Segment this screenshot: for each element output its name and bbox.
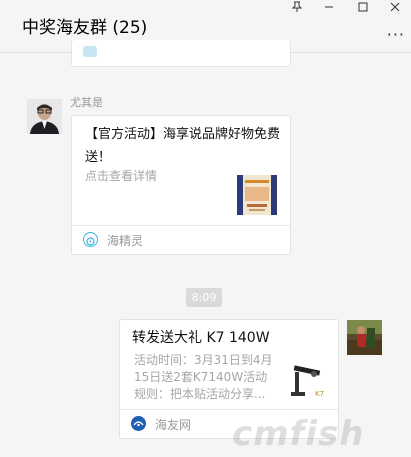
card-description: 点击查看详情 — [85, 169, 158, 183]
more-icon[interactable]: ··· — [387, 25, 405, 44]
app-icon — [83, 232, 98, 247]
app-icon — [83, 46, 97, 57]
card-footer: 海精灵 — [72, 225, 290, 254]
app-name: 海精灵 — [107, 234, 144, 248]
message-card[interactable]: 【官方活动】海享说品牌好物免费送！ 点击查看详情 海精灵 — [71, 115, 291, 255]
minimize-icon[interactable] — [318, 0, 340, 18]
maximize-icon[interactable] — [352, 0, 374, 18]
app-icon — [131, 416, 146, 431]
card-thumbnail — [237, 175, 277, 215]
sender-name: 尤其是 — [70, 96, 103, 109]
card-thumbnail: K7 — [286, 364, 330, 402]
time-separator: 8:09 — [186, 288, 222, 307]
pin-icon[interactable] — [286, 0, 308, 18]
watermark: cmfish — [232, 414, 365, 454]
sender-avatar[interactable] — [27, 99, 62, 134]
card-title: 转发送大礼 K7 140W — [132, 330, 270, 346]
card-title: 【官方活动】海享说品牌好物免费送！ — [85, 127, 281, 165]
message-card-partial[interactable] — [71, 40, 291, 67]
app-name: 海友网 — [155, 418, 192, 432]
chat-title: 中奖海友群 (25) — [22, 18, 148, 38]
card-description: 活动时间：3月31日到4月15日送2套K7140W活动规则：把本贴活动分享... — [134, 353, 273, 401]
self-avatar[interactable] — [347, 320, 382, 355]
svg-text:K7: K7 — [315, 390, 324, 398]
close-icon[interactable] — [384, 0, 406, 18]
